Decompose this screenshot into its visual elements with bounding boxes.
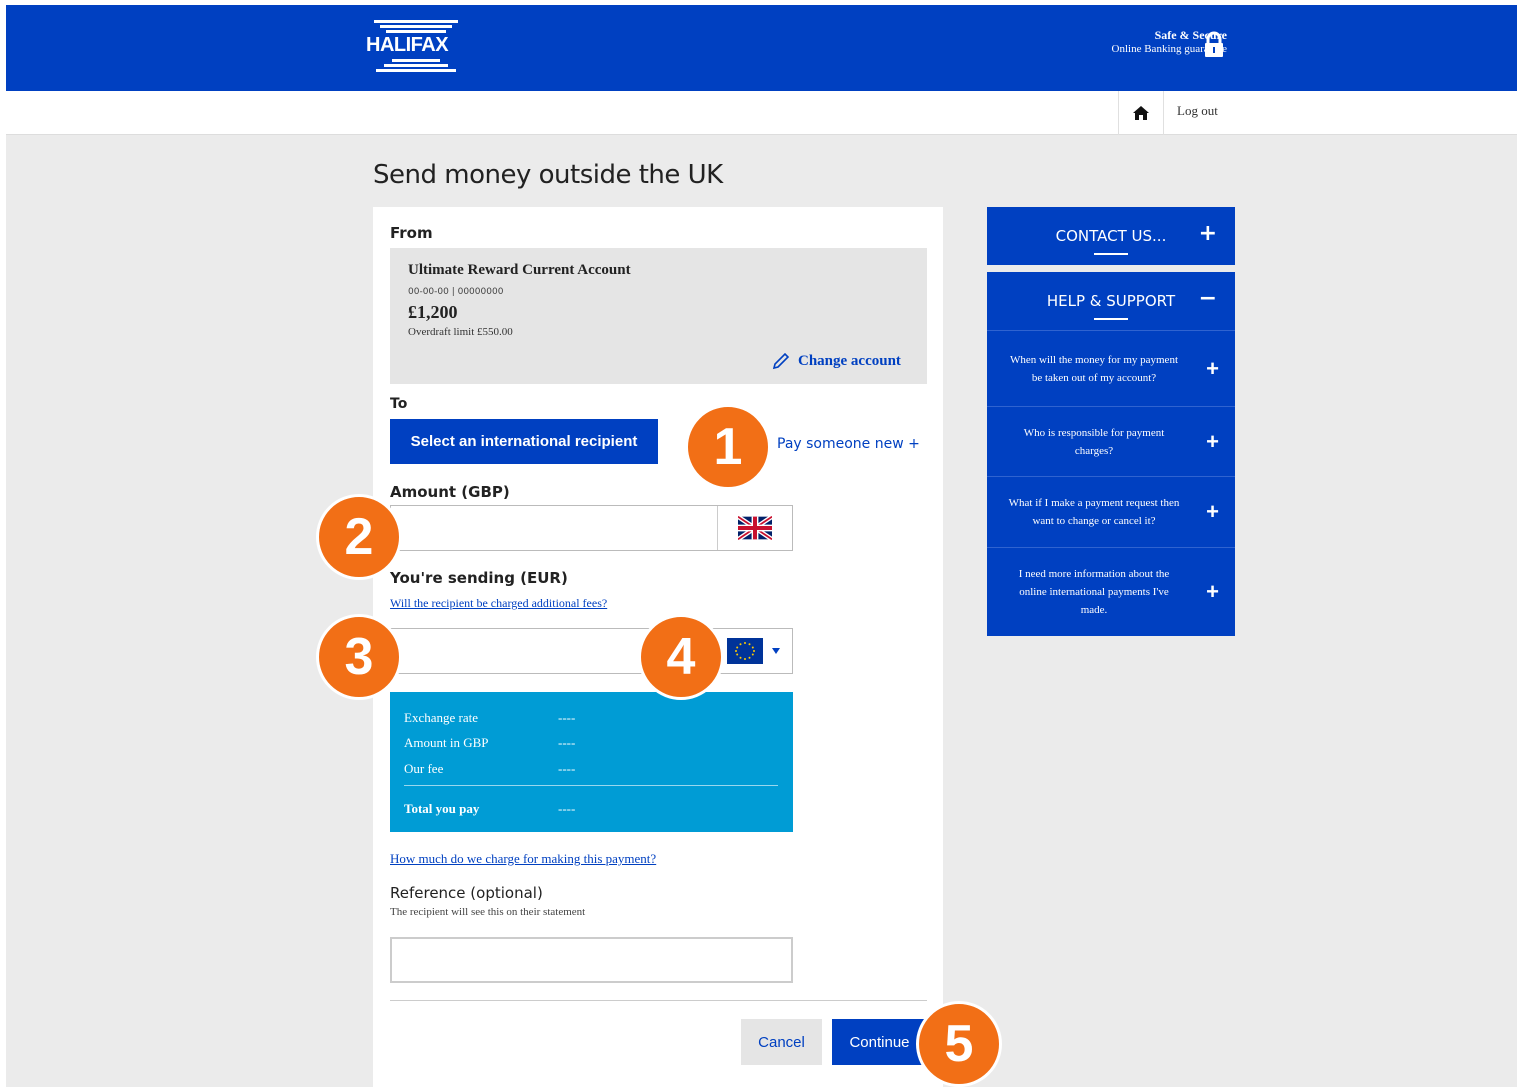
select-recipient-button[interactable]: Select an international recipient [390,419,658,464]
change-account-label: Change account [798,352,901,369]
contact-us-underline [1094,253,1128,255]
total-label: Total you pay [404,801,480,816]
plus-icon: + [1206,499,1219,524]
exchange-rate-label: Exchange rate [404,710,478,725]
contact-us-toggle[interactable]: CONTACT US... + [987,207,1235,265]
form-divider [390,1000,927,1001]
reference-input[interactable] [390,937,793,983]
top-header [6,5,1517,91]
cancel-button[interactable]: Cancel [741,1019,822,1065]
faq-item[interactable]: When will the money for my payment be ta… [987,330,1235,406]
help-support-title: HELP & SUPPORT [1046,292,1176,310]
faq-item[interactable]: What if I make a payment request then wa… [987,476,1235,547]
help-support-panel: HELP & SUPPORT − When will the money for… [987,272,1235,636]
eu-flag-icon [727,638,763,664]
to-label: To [390,396,408,412]
amount-gbp-value: ---- [558,735,576,750]
help-support-toggle[interactable]: HELP & SUPPORT − [987,272,1235,330]
from-label: From [390,224,433,242]
callout-badge-3: 3 [316,614,402,700]
minus-icon: − [1198,286,1217,311]
uk-flag-icon [738,516,772,540]
plus-icon: + [1206,579,1219,604]
plus-icon: + [1206,355,1219,381]
currency-gbp [717,506,792,550]
callout-badge-1: 1 [685,404,771,490]
summary-divider [404,785,778,786]
sub-navigation [6,91,1517,135]
sending-label: You're sending (EUR) [390,569,568,587]
payment-charge-link[interactable]: How much do we charge for making this pa… [390,851,656,867]
amount-gbp-label: Amount in GBP [404,735,489,750]
home-button[interactable] [1118,91,1164,135]
account-balance: £1,200 [408,302,458,322]
pay-someone-new-link[interactable]: Pay someone new + [777,436,920,452]
fee-label: Our fee [404,761,444,776]
account-number: 00-00-00 | 00000000 [408,287,504,297]
amount-field [390,505,793,551]
account-name: Ultimate Reward Current Account [408,262,631,278]
faq-item[interactable]: I need more information about the online… [987,547,1235,636]
contact-us-title: CONTACT US... [1055,227,1167,245]
reference-label: Reference (optional) [390,884,543,902]
additional-fees-link[interactable]: Will the recipient be charged additional… [390,596,607,611]
logout-link[interactable]: Log out [1177,103,1218,119]
currency-dropdown[interactable] [727,637,791,665]
faq-question: Who is responsible for payment charges? [1023,426,1165,457]
continue-button[interactable]: Continue [832,1019,927,1065]
total-value: ---- [558,801,576,816]
faq-question: When will the money for my payment be ta… [1009,353,1178,384]
sending-field [390,628,793,674]
faq-question: I need more information about the online… [1018,568,1170,616]
reference-hint: The recipient will see this on their sta… [390,906,586,918]
overdraft-limit: Overdraft limit £550.00 [408,326,513,338]
home-icon [1133,106,1149,120]
padlock-icon [1204,31,1224,59]
chevron-down-icon [772,648,780,654]
exchange-summary: Exchange rate ---- Amount in GBP ---- Ou… [390,692,793,832]
faq-question: What if I make a payment request then wa… [1008,497,1180,527]
halifax-logo[interactable]: HALIFAX [366,20,466,72]
brand-name: HALIFAX [366,34,449,56]
callout-badge-5: 5 [916,1001,1002,1087]
callout-badge-2: 2 [316,494,402,580]
fee-value: ---- [558,761,576,776]
faq-item[interactable]: Who is responsible for payment charges? … [987,406,1235,476]
plus-icon: + [1198,221,1217,246]
pencil-icon [772,352,790,370]
exchange-rate-value: ---- [558,710,576,725]
callout-badge-4: 4 [638,614,724,700]
page-title: Send money outside the UK [373,160,723,190]
plus-icon: + [1206,428,1219,454]
amount-input[interactable] [391,506,717,550]
help-support-underline [1094,318,1128,320]
contact-us-panel: CONTACT US... + [987,207,1235,265]
change-account-link[interactable]: Change account [772,352,901,370]
amount-label: Amount (GBP) [390,483,510,501]
